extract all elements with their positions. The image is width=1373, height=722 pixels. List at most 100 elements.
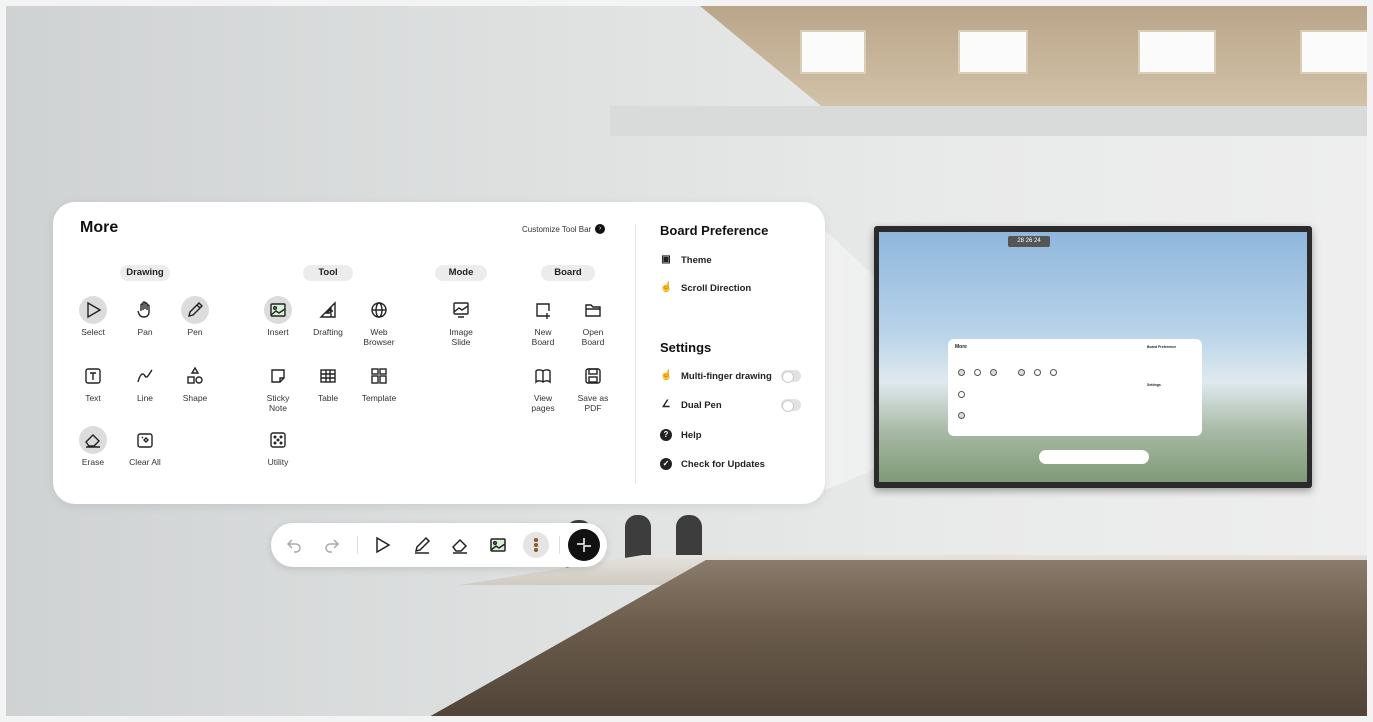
image-slide-icon xyxy=(447,296,475,324)
tool-label: Image Slide xyxy=(449,327,473,347)
tool-pen[interactable]: Pen xyxy=(170,296,220,337)
pref-label: Help xyxy=(681,429,702,441)
menu-cross-icon xyxy=(577,538,591,552)
tool-label: Table xyxy=(317,393,339,403)
sticky-note-icon xyxy=(264,362,292,390)
tool-open-board[interactable]: Open Board xyxy=(568,296,618,347)
tool-new-board[interactable]: New Board xyxy=(518,296,568,347)
toolbar-insert-button[interactable] xyxy=(485,532,511,558)
settings-title: Settings xyxy=(660,340,712,355)
tool-erase[interactable]: Erase xyxy=(68,426,118,467)
new-board-icon xyxy=(529,296,557,324)
tool-view-pages[interactable]: View pages xyxy=(518,362,568,413)
setting-dual-pen: ∠ Dual Pen xyxy=(660,399,722,411)
image-insert-icon xyxy=(264,296,292,324)
section-board: Board xyxy=(541,265,595,281)
ceiling-light xyxy=(1138,30,1216,74)
pref-label: Multi-finger drawing xyxy=(681,370,772,382)
section-drawing: Drawing xyxy=(120,265,170,281)
mini-browser-icon xyxy=(1050,369,1057,376)
pref-check-updates[interactable]: ✓ Check for Updates xyxy=(660,458,765,470)
panel-title: More xyxy=(80,219,119,236)
section-mode: Mode xyxy=(435,265,487,281)
tool-pan[interactable]: Pan xyxy=(120,296,170,337)
board-preference-title: Board Preference xyxy=(660,223,769,238)
pref-help[interactable]: ? Help xyxy=(660,429,702,441)
mini-text-icon xyxy=(958,391,965,398)
tool-insert[interactable]: Insert xyxy=(253,296,303,337)
more-panel: More Customize Tool Bar › Drawing Tool M… xyxy=(53,202,825,504)
tool-label: Pen xyxy=(187,327,203,337)
mini-erase-icon xyxy=(958,412,965,419)
redo-icon xyxy=(325,539,340,553)
finger-icon: ☝ xyxy=(660,370,673,381)
tool-label: Select xyxy=(81,327,105,337)
mini-pen-icon xyxy=(990,369,997,376)
mini-select-icon xyxy=(958,369,965,376)
globe-icon xyxy=(365,296,393,324)
pref-label: Theme xyxy=(681,254,712,266)
tool-label: Text xyxy=(85,393,101,403)
tool-label: Line xyxy=(136,393,154,403)
dual-pen-toggle[interactable] xyxy=(781,399,801,412)
tool-sticky-note[interactable]: Sticky Note xyxy=(253,362,303,413)
toolbar-select-button[interactable] xyxy=(369,532,395,558)
tool-clear-all[interactable]: Clear All xyxy=(120,426,170,467)
clear-all-icon xyxy=(131,426,159,454)
tool-line[interactable]: Line xyxy=(120,362,170,403)
pref-theme[interactable]: ▣ Theme xyxy=(660,254,712,266)
folder-open-icon xyxy=(579,296,607,324)
toolbar-main-menu-button[interactable] xyxy=(568,529,600,561)
hand-icon xyxy=(131,296,159,324)
tool-label: Open Board xyxy=(581,327,605,347)
customize-toolbar-label: Customize Tool Bar xyxy=(522,224,592,234)
scroll-hand-icon: ☝ xyxy=(660,282,673,293)
pref-scroll-direction[interactable]: ☝ Scroll Direction xyxy=(660,282,751,294)
mini-panel-title: More xyxy=(955,344,967,350)
check-icon: ✓ xyxy=(660,458,672,470)
book-icon xyxy=(529,362,557,390)
more-dots-icon xyxy=(533,537,539,553)
undo-button[interactable] xyxy=(281,532,307,558)
tool-label: Erase xyxy=(81,457,105,467)
pref-label: Scroll Direction xyxy=(681,282,752,294)
toolbar-eraser-button[interactable] xyxy=(447,532,473,558)
tool-utility[interactable]: Utility xyxy=(253,426,303,467)
tool-label: Save as PDF xyxy=(577,393,609,413)
tool-shape[interactable]: Shape xyxy=(170,362,220,403)
bottom-toolbar xyxy=(271,523,607,567)
save-icon xyxy=(579,362,607,390)
pen-icon xyxy=(414,536,431,554)
multi-finger-toggle[interactable] xyxy=(781,370,801,383)
tool-label: Web Browser xyxy=(363,327,395,347)
mini-pan-icon xyxy=(974,369,981,376)
toolbar-more-button[interactable] xyxy=(523,532,549,558)
pref-label: Check for Updates xyxy=(681,458,765,470)
tool-label: Sticky Note xyxy=(266,393,290,413)
display-clock: 28 26 24 xyxy=(1008,236,1050,247)
line-icon xyxy=(131,362,159,390)
ceiling-light xyxy=(1300,30,1370,74)
tool-select[interactable]: Select xyxy=(68,296,118,337)
toolbar-pen-button[interactable] xyxy=(409,532,435,558)
tool-save-as-pdf[interactable]: Save as PDF xyxy=(568,362,618,413)
image-insert-icon xyxy=(490,538,506,552)
pref-label: Dual Pen xyxy=(681,399,722,411)
chevron-right-icon: › xyxy=(595,224,606,234)
template-icon xyxy=(365,362,393,390)
eraser-icon xyxy=(452,538,468,554)
ceiling-beam xyxy=(610,106,1373,136)
eraser-icon xyxy=(79,426,107,454)
tool-text[interactable]: Text xyxy=(68,362,118,403)
redo-button[interactable] xyxy=(319,532,345,558)
tool-image-slide[interactable]: Image Slide xyxy=(436,296,486,347)
mini-more-panel: More Board Preference Settings xyxy=(948,339,1202,436)
mini-toolbar xyxy=(1039,450,1149,464)
tool-template[interactable]: Template xyxy=(354,362,404,403)
tool-drafting[interactable]: Drafting xyxy=(303,296,353,337)
customize-toolbar-link[interactable]: Customize Tool Bar › xyxy=(522,224,606,234)
tool-table[interactable]: Table xyxy=(303,362,353,403)
toolbar-divider xyxy=(559,536,560,554)
tool-label: Shape xyxy=(182,393,208,403)
tool-web-browser[interactable]: Web Browser xyxy=(354,296,404,347)
